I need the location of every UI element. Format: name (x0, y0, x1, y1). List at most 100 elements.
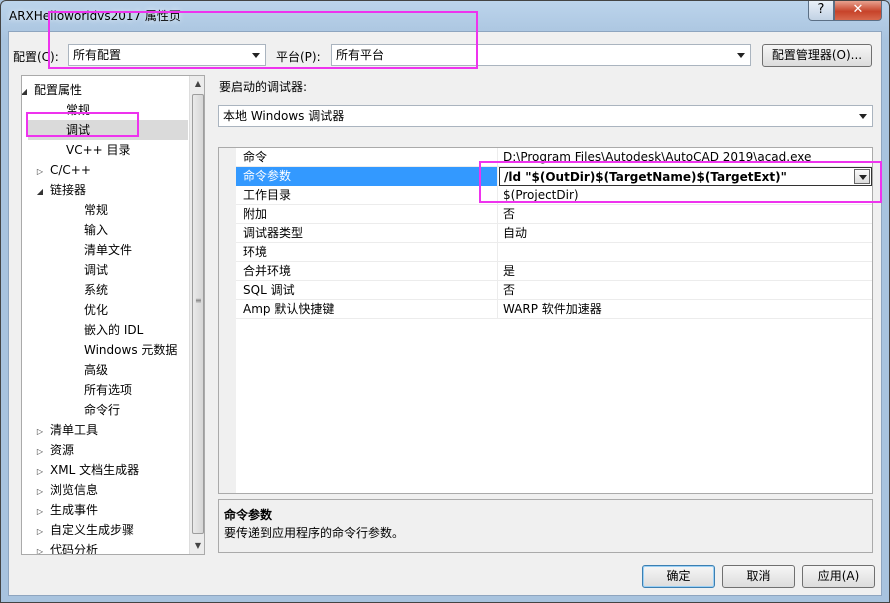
collapsed-arrow-icon[interactable]: ▷ (34, 502, 46, 522)
config-select[interactable]: 所有配置 (68, 44, 266, 66)
tree-item[interactable]: 嵌入的 IDL (22, 320, 188, 340)
tree-item[interactable]: ◢ 配置属性 (22, 80, 188, 100)
tree-item-label: 清单文件 (84, 243, 133, 257)
tree-item-label: 常规 (66, 103, 91, 117)
property-row[interactable]: Amp 默认快捷键 WARP 软件加速器 (236, 300, 872, 319)
collapsed-arrow-icon[interactable]: ▷ (34, 482, 46, 502)
tree-scrollbar[interactable]: ▲ ≡ ▼ (189, 76, 204, 554)
property-row[interactable]: SQL 调试否 (236, 281, 872, 300)
property-grid: 命令 D:\Program Files\Autodesk\AutoCAD 2019… (218, 147, 873, 494)
property-row[interactable]: 合并环境是 (236, 262, 872, 281)
scroll-grip-icon: ≡ (195, 296, 202, 305)
help-button[interactable]: ? (808, 1, 834, 21)
grid-margin (219, 148, 236, 493)
tree-item-label: 所有选项 (84, 383, 133, 397)
tree-item[interactable]: ▷ 生成事件 (22, 500, 188, 520)
tree-item[interactable]: ◢ 链接器 (22, 180, 188, 200)
scroll-thumb[interactable] (192, 94, 204, 534)
tree-item[interactable]: Windows 元数据 (22, 340, 188, 360)
property-value-text: D:\Program Files\Autodesk\AutoCAD 2019\a… (503, 150, 812, 164)
property-row[interactable]: 命令 D:\Program Files\Autodesk\AutoCAD 2019… (236, 148, 872, 167)
tree-item[interactable]: ▷ 资源 (22, 440, 188, 460)
property-value[interactable]: /ld "$(OutDir)$(TargetName)$(TargetExt)" (499, 167, 872, 186)
tree-item[interactable]: ▷ 清单工具 (22, 420, 188, 440)
tree-item[interactable]: 系统 (22, 280, 188, 300)
tree-item[interactable]: VC++ 目录 (22, 140, 188, 160)
property-name: 附加 (236, 205, 498, 224)
scroll-up-icon[interactable]: ▲ (190, 76, 204, 92)
tree-item[interactable]: 常规 (22, 200, 188, 220)
platform-value: 所有平台 (336, 48, 385, 62)
dropdown-arrow-icon[interactable] (854, 169, 870, 184)
tree-item[interactable]: ▷ XML 文档生成器 (22, 460, 188, 480)
tree-item-label: 高级 (84, 363, 109, 377)
properties-dialog: ARXHelloworldvs2017 属性页 ? ✕ 配置(C): 所有配置 … (0, 0, 890, 603)
chevron-down-icon (252, 53, 260, 58)
platform-select[interactable]: 所有平台 (331, 44, 751, 66)
tree-item[interactable]: 所有选项 (22, 380, 188, 400)
chevron-down-icon (737, 53, 745, 58)
apply-button[interactable]: 应用(A) (802, 565, 875, 588)
tree-item[interactable]: ▷ C/C++ (22, 160, 188, 180)
tree-item-label: 清单工具 (50, 423, 99, 437)
property-value: D:\Program Files\Autodesk\AutoCAD 2019\a… (499, 148, 872, 167)
ok-button[interactable]: 确定 (642, 565, 715, 588)
tree-item-label: 链接器 (50, 183, 87, 197)
config-manager-button[interactable]: 配置管理器(O)... (762, 44, 872, 67)
dialog-client-area: 配置(C): 所有配置 平台(P): 所有平台 配置管理器(O)... ◢ 配置属… (8, 31, 882, 596)
tree-item-label: 调试 (66, 123, 91, 137)
collapsed-arrow-icon[interactable]: ▷ (34, 462, 46, 482)
tree-item-label: 代码分析 (50, 543, 99, 555)
tree-item-label: 输入 (84, 223, 109, 237)
tree-item-label: 配置属性 (34, 83, 83, 97)
title-bar[interactable]: ARXHelloworldvs2017 属性页 ? ✕ (1, 1, 889, 31)
tree-item[interactable]: 清单文件 (22, 240, 188, 260)
property-value: 否 (499, 205, 872, 224)
property-row[interactable]: 调试器类型 自动 (236, 224, 872, 243)
collapsed-arrow-icon[interactable]: ▷ (34, 162, 46, 182)
tree-item[interactable]: ▷ 代码分析 (22, 540, 188, 555)
tree-item[interactable]: 常规 (22, 100, 188, 120)
debugger-select[interactable]: 本地 Windows 调试器 (218, 105, 873, 127)
property-value-text: $(ProjectDir) (503, 188, 579, 202)
tree-item-label: 常规 (84, 203, 109, 217)
property-value: 自动 (499, 224, 872, 243)
tree-item[interactable]: 命令行 (22, 400, 188, 420)
tree-item-label: 自定义生成步骤 (50, 523, 135, 537)
expanded-arrow-icon[interactable]: ◢ (22, 82, 30, 102)
property-tree[interactable]: ◢ 配置属性 常规 调试 VC++ 目录 ▷ C/C++ ◢ 链接器 常规 输入 清单文件 调试 系统 优化… (21, 75, 205, 555)
tree-item-label: 优化 (84, 303, 109, 317)
collapsed-arrow-icon[interactable]: ▷ (34, 442, 46, 462)
property-name: 命令 (236, 148, 498, 167)
chevron-down-icon (859, 114, 867, 119)
tree-item[interactable]: 输入 (22, 220, 188, 240)
tree-item[interactable]: 高级 (22, 360, 188, 380)
property-value: $(ProjectDir) (499, 186, 872, 205)
tree-item[interactable]: ▷ 自定义生成步骤 (22, 520, 188, 540)
close-button[interactable]: ✕ (834, 1, 882, 21)
collapsed-arrow-icon[interactable]: ▷ (34, 522, 46, 542)
description-panel: 命令参数 要传递到应用程序的命令行参数。 (218, 499, 873, 553)
scroll-down-icon[interactable]: ▼ (190, 538, 204, 554)
property-name: 调试器类型 (236, 224, 498, 243)
config-value: 所有配置 (73, 48, 122, 62)
collapsed-arrow-icon[interactable]: ▷ (34, 422, 46, 442)
expanded-arrow-icon[interactable]: ◢ (34, 182, 46, 202)
property-row[interactable]: 工作目录 $(ProjectDir) (236, 186, 872, 205)
property-row[interactable]: 命令参数/ld "$(OutDir)$(TargetName)$(TargetE… (236, 167, 872, 186)
property-row[interactable]: 附加否 (236, 205, 872, 224)
property-row[interactable]: 环境 (236, 243, 872, 262)
property-name: SQL 调试 (236, 281, 498, 300)
tree-item-label: 浏览信息 (50, 483, 99, 497)
property-value-text: 自动 (503, 226, 528, 240)
property-value: 是 (499, 262, 872, 281)
tree-item[interactable]: 调试 (28, 120, 188, 140)
tree-item[interactable]: 优化 (22, 300, 188, 320)
tree-item-label: VC++ 目录 (66, 143, 131, 157)
cancel-button[interactable]: 取消 (722, 565, 795, 588)
tree-item-label: 系统 (84, 283, 109, 297)
tree-item[interactable]: ▷ 浏览信息 (22, 480, 188, 500)
tree-item-label: 调试 (84, 263, 109, 277)
collapsed-arrow-icon[interactable]: ▷ (34, 542, 46, 554)
tree-item[interactable]: 调试 (22, 260, 188, 280)
